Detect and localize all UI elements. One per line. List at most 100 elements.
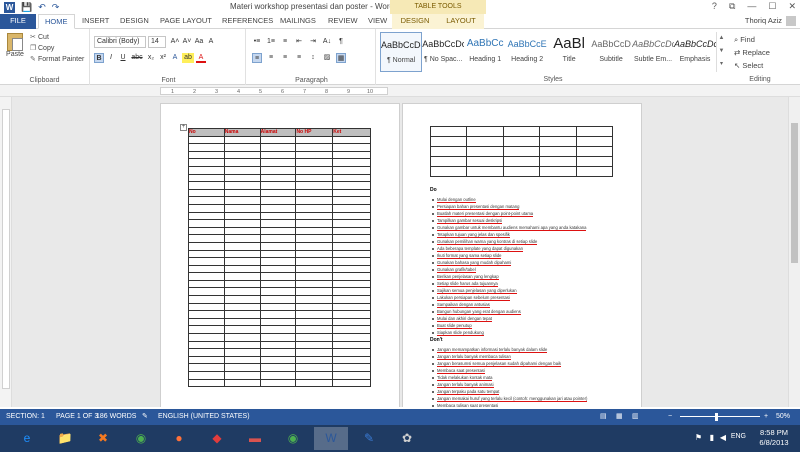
table-cell[interactable]	[539, 146, 577, 157]
undo-icon[interactable]: ↶	[38, 1, 46, 13]
table-cell[interactable]	[223, 348, 261, 357]
list-item[interactable]: Mulai dengan outline	[431, 196, 586, 203]
table-cell[interactable]	[295, 257, 334, 266]
word-icon[interactable]: W	[314, 427, 348, 450]
data-table[interactable]	[429, 126, 614, 177]
table-cell[interactable]	[188, 249, 225, 259]
table-cell[interactable]	[223, 249, 261, 259]
table-cell[interactable]	[188, 234, 225, 243]
minimize-button[interactable]: —	[747, 0, 756, 13]
table-cell[interactable]	[188, 371, 225, 380]
table-cell[interactable]	[223, 317, 261, 327]
zoom-level[interactable]: 50%	[776, 409, 790, 425]
list-item[interactable]: Jangan terlalu banyak animasi	[431, 381, 587, 388]
table-cell[interactable]	[259, 340, 297, 350]
table-cell[interactable]	[223, 165, 261, 175]
table-cell[interactable]	[259, 143, 297, 152]
list-item[interactable]: Jangan memampatkan informasi terlalu ban…	[431, 346, 587, 353]
table-cell[interactable]	[259, 363, 297, 372]
table-cell[interactable]	[332, 302, 371, 312]
table-cell[interactable]	[575, 146, 614, 157]
table-cell[interactable]	[223, 333, 261, 342]
table-cell[interactable]	[188, 203, 225, 213]
increase-indent-button[interactable]: ⇥	[308, 37, 318, 47]
table-cell[interactable]	[539, 156, 577, 167]
line-spacing-button[interactable]: ↕	[308, 53, 318, 63]
table-cell[interactable]	[259, 264, 297, 274]
table-cell[interactable]	[332, 355, 371, 365]
bold-button[interactable]: B	[94, 53, 104, 63]
font-name-combobox[interactable]: Calibri (Body)	[94, 36, 146, 48]
table-cell[interactable]	[332, 203, 371, 213]
numbering-button[interactable]: 1≡	[266, 37, 276, 47]
table-cell[interactable]	[466, 136, 504, 147]
table-cell[interactable]	[259, 249, 297, 259]
vertical-scrollbar[interactable]	[788, 97, 800, 407]
more-styles-icon[interactable]: ▾	[717, 58, 726, 71]
table-cell[interactable]	[332, 226, 371, 236]
align-right-button[interactable]: ≡	[280, 53, 290, 63]
table-cell[interactable]	[332, 150, 371, 160]
table-cell[interactable]	[332, 257, 371, 266]
table-cell[interactable]	[295, 165, 334, 175]
change-case-button[interactable]: Aa	[194, 37, 204, 47]
table-cell[interactable]	[332, 378, 371, 388]
scrollbar-thumb[interactable]	[791, 123, 798, 263]
table-header-cell[interactable]: No HP	[295, 128, 334, 137]
ribbon-display-button[interactable]: ⧉	[729, 0, 735, 13]
table-cell[interactable]	[188, 302, 225, 312]
table-cell[interactable]	[188, 363, 225, 372]
table-cell[interactable]	[188, 181, 225, 190]
help-button[interactable]: ?	[712, 0, 717, 13]
table-cell[interactable]	[223, 272, 261, 281]
list-item[interactable]: Jangan terlalu banyak membaca tulisan	[431, 353, 587, 360]
tab-review[interactable]: REVIEW	[322, 14, 364, 29]
vertical-ruler[interactable]	[0, 97, 12, 407]
chevron-down-icon[interactable]: ▼	[717, 45, 726, 58]
table-cell[interactable]	[295, 226, 334, 236]
list-item[interactable]: Gunakan gambar untuk membantu audiens me…	[431, 224, 587, 231]
chevron-up-icon[interactable]: ▲	[717, 32, 726, 45]
table-cell[interactable]	[332, 310, 371, 319]
zoom-out-button[interactable]: −	[668, 409, 672, 425]
list-item[interactable]: Setiap slide harus ada tujuannya	[431, 280, 586, 287]
table-cell[interactable]	[223, 173, 261, 183]
table-cell[interactable]	[259, 173, 297, 183]
table-cell[interactable]	[223, 325, 261, 335]
table-cell[interactable]	[502, 126, 541, 137]
table-cell[interactable]	[259, 150, 297, 160]
table-cell[interactable]	[295, 279, 334, 289]
table-cell[interactable]	[259, 287, 297, 297]
style-heading-2[interactable]: AaBbCcE Heading 2	[506, 32, 548, 72]
table-cell[interactable]	[295, 241, 334, 251]
table-cell[interactable]	[429, 156, 468, 167]
bullets-button[interactable]: •≡	[252, 37, 262, 47]
list-item[interactable]: Gunakan grafik/tabel	[431, 266, 586, 273]
table-cell[interactable]	[188, 272, 225, 281]
table-cell[interactable]	[295, 287, 334, 297]
table-cell[interactable]	[575, 136, 614, 147]
list-item[interactable]: Membaca saat presentasi	[431, 367, 587, 374]
document-canvas[interactable]: + No Nama Alamat No HP Ket Do Mulai deng…	[12, 97, 788, 407]
table-cell[interactable]	[223, 188, 261, 198]
ie-icon[interactable]: e	[10, 427, 44, 450]
table-cell[interactable]	[332, 241, 371, 251]
list-item[interactable]: Jangan memakai huruf yang terlalu kecil …	[431, 395, 588, 402]
table-cell[interactable]	[539, 136, 577, 147]
table-cell[interactable]	[295, 371, 334, 380]
table-cell[interactable]	[332, 279, 371, 289]
table-cell[interactable]	[295, 295, 334, 304]
table-cell[interactable]	[502, 136, 541, 147]
table-cell[interactable]	[223, 150, 261, 160]
table-cell[interactable]	[188, 295, 225, 304]
table-cell[interactable]	[332, 264, 371, 274]
table-cell[interactable]	[223, 340, 261, 350]
explorer-icon[interactable]: 📁	[48, 427, 82, 450]
list-item[interactable]: Tetapkan tujuan yang jelas dan spesifik	[431, 231, 586, 238]
list-item[interactable]: Tidak melakukan kontak mata	[431, 374, 587, 381]
table-cell[interactable]	[466, 126, 504, 137]
close-button[interactable]: ✕	[788, 0, 796, 13]
table-cell[interactable]	[259, 279, 297, 289]
table-cell[interactable]	[429, 166, 468, 177]
table-cell[interactable]	[295, 302, 334, 312]
